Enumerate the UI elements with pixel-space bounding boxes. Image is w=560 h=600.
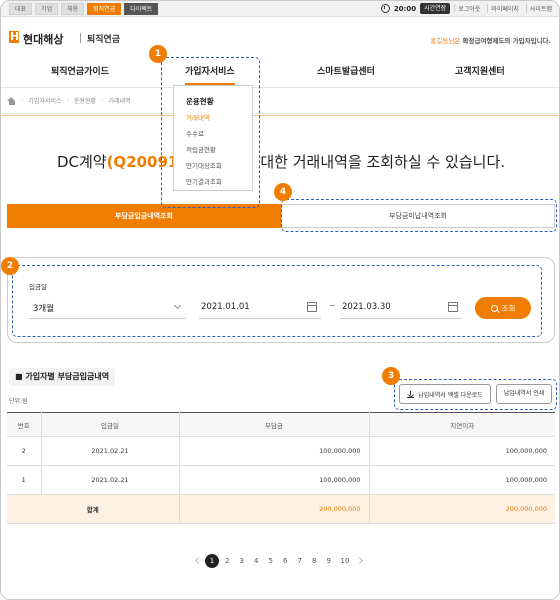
table-row: 1 2021.02.21 100,000,000 100,000,000 xyxy=(7,465,555,495)
table-total-row: 합계 200,000,000 200,000,000 xyxy=(7,494,555,524)
cell-total-contribution: 200,000,000 xyxy=(179,494,370,524)
page-3[interactable]: 3 xyxy=(235,557,250,565)
breadcrumb-divider xyxy=(1,113,559,114)
gnb-pension-guide[interactable]: 퇴직연금가이드 xyxy=(51,64,109,77)
deposit-table: 번호 입금일 부담금 지연이자 2 2021.02.21 100,000,000… xyxy=(7,412,555,524)
logo-divider xyxy=(80,33,81,43)
cell-contribution: 100,000,000 xyxy=(179,436,370,466)
site-tab-direct[interactable]: 다이렉트 xyxy=(124,3,159,15)
breadcrumb-separator: › xyxy=(21,97,24,104)
breadcrumb-item[interactable]: 가입자서비스 xyxy=(28,96,61,105)
breadcrumb-item[interactable]: 운용현황 xyxy=(74,96,96,105)
cell-total-interest: 200,000,000 xyxy=(369,494,555,524)
page-frame: 대표 기업 채용 퇴직연금 다이렉트 20:00 시간연장 로그아웃 마이페이지… xyxy=(0,0,560,600)
annotation-marker-2: 2 xyxy=(1,257,19,275)
sitemap-link[interactable]: 사이트맵 xyxy=(525,4,555,13)
logo-icon[interactable] xyxy=(9,30,19,43)
utility-right: 20:00 시간연장 로그아웃 마이페이지 사이트맵 xyxy=(380,3,555,14)
unit-label: 단위:원 xyxy=(9,398,28,405)
site-tab-main[interactable]: 대표 xyxy=(9,3,33,15)
site-tab-corp[interactable]: 기업 xyxy=(35,3,59,15)
page-5[interactable]: 5 xyxy=(264,557,279,565)
site-tabs: 대표 기업 채용 퇴직연금 다이렉트 xyxy=(9,3,159,15)
page-headline: DC계약(Q20091 대한 거래내역을 조회하실 수 있습니다. xyxy=(1,151,559,172)
page-2[interactable]: 2 xyxy=(220,557,235,565)
annotation-marker-3: 3 xyxy=(382,367,400,385)
pagination: 1 2 3 4 5 6 7 8 9 10 xyxy=(191,554,368,568)
home-icon[interactable] xyxy=(7,96,16,105)
page-7[interactable]: 7 xyxy=(293,557,308,565)
site-tab-pension[interactable]: 퇴직연금 xyxy=(87,3,122,15)
logo-text[interactable]: 현대해상 xyxy=(23,31,63,47)
annotation-box-2 xyxy=(12,265,542,337)
cell-no: 2 xyxy=(7,436,42,466)
page-6[interactable]: 6 xyxy=(278,557,293,565)
clock-icon xyxy=(380,4,390,13)
cell-no: 1 xyxy=(7,465,42,495)
utility-bar: 대표 기업 채용 퇴직연금 다이렉트 20:00 시간연장 로그아웃 마이페이지… xyxy=(1,1,559,17)
col-header-no: 번호 xyxy=(7,412,42,437)
site-tab-recruit[interactable]: 채용 xyxy=(61,3,85,15)
cell-interest: 100,000,000 xyxy=(369,465,555,495)
col-header-contribution: 부담금 xyxy=(179,412,370,437)
user-greeting: 홍길동님은 확정급여형제도의 가입자입니다. xyxy=(430,35,551,45)
page-1[interactable]: 1 xyxy=(205,554,219,568)
table-row: 2 2021.02.21 100,000,000 100,000,000 xyxy=(7,436,555,466)
annotation-box-3 xyxy=(394,379,557,410)
page-9[interactable]: 9 xyxy=(322,557,337,565)
cell-total-label: 합계 xyxy=(7,494,180,524)
breadcrumb: › 가입자서비스 › 운용현황 › 거래내역 xyxy=(7,96,131,105)
annotation-marker-4: 4 xyxy=(274,183,292,201)
table-header-row: 번호 입금일 부담금 지연이자 xyxy=(7,412,555,437)
cell-interest: 100,000,000 xyxy=(369,436,555,466)
annotation-marker-1: 1 xyxy=(149,45,167,63)
page-8[interactable]: 8 xyxy=(307,557,322,565)
greeting-name: 홍길동님은 xyxy=(430,37,461,45)
page-10[interactable]: 10 xyxy=(336,557,354,565)
headline-suffix: 대한 거래내역을 조회하실 수 있습니다. xyxy=(260,153,506,171)
cell-date: 2021.02.21 xyxy=(41,465,180,495)
headline-prefix: DC계약 xyxy=(56,153,107,171)
extend-session-button[interactable]: 시간연장 xyxy=(420,3,451,14)
col-header-date: 입금일 xyxy=(41,412,180,437)
breadcrumb-separator: › xyxy=(66,97,69,104)
greeting-text: 확정급여형제도의 가입자입니다. xyxy=(460,37,551,45)
page-4[interactable]: 4 xyxy=(249,557,264,565)
mypage-link[interactable]: 마이페이지 xyxy=(487,4,522,13)
breadcrumb-item: 거래내역 xyxy=(108,98,131,105)
logo-subtitle: 퇴직연금 xyxy=(87,35,121,45)
accent-divider xyxy=(1,115,559,116)
gnb-smart-issue[interactable]: 스마트발급센터 xyxy=(317,64,375,77)
cell-date: 2021.02.21 xyxy=(41,436,180,466)
prev-page-icon[interactable] xyxy=(191,554,205,568)
next-page-icon[interactable] xyxy=(354,554,368,568)
logout-link[interactable]: 로그아웃 xyxy=(454,4,483,13)
session-time: 20:00 xyxy=(393,4,417,13)
section-title: ■ 가입자별 부담금입금내역 xyxy=(9,368,116,386)
gnb-customer-support[interactable]: 고객지원센터 xyxy=(455,64,505,77)
annotation-box-4 xyxy=(281,199,557,232)
gnb-divider xyxy=(1,87,559,88)
annotation-box-1 xyxy=(161,57,260,208)
col-header-interest: 지연이자 xyxy=(369,412,555,437)
cell-contribution: 100,000,000 xyxy=(179,465,370,495)
breadcrumb-separator: › xyxy=(101,97,104,104)
